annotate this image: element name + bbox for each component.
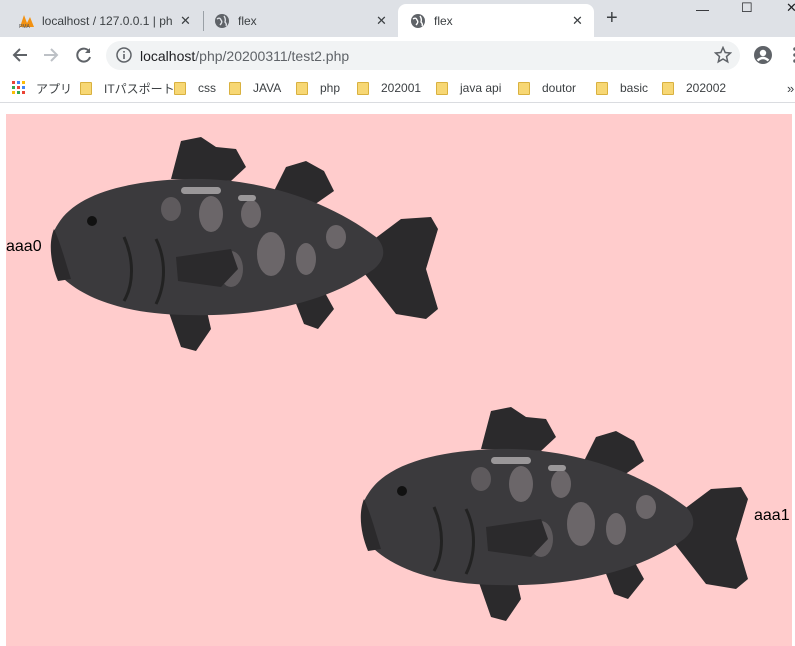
phpmyadmin-icon: PMA	[18, 13, 36, 32]
bookmark-folder[interactable]: css	[174, 80, 216, 96]
close-icon[interactable]: ✕	[376, 13, 387, 29]
folder-icon	[80, 81, 92, 95]
bookmark-apps[interactable]: アプリ	[12, 80, 72, 96]
close-icon[interactable]: ✕	[572, 13, 583, 29]
url-text[interactable]: localhost/php/20200311/test2.php	[140, 48, 349, 64]
bookmarks-overflow-button[interactable]: »	[787, 80, 794, 96]
globe-icon	[410, 13, 426, 32]
folder-icon	[296, 81, 308, 95]
bookmark-label: basic	[620, 81, 649, 95]
reload-icon	[76, 47, 91, 63]
page-content: aaa0 aaa1	[0, 104, 795, 646]
globe-icon	[214, 13, 230, 32]
bookmark-label: ITパスポート	[104, 81, 175, 96]
maximize-button[interactable]: ☐	[741, 0, 753, 16]
back-arrow-icon	[12, 48, 27, 62]
bookmark-folder[interactable]: java api	[436, 80, 501, 96]
folder-icon	[357, 81, 369, 95]
bookmark-label: doutor	[542, 81, 577, 95]
window-close-button[interactable]: ✕	[786, 0, 795, 16]
bookmarks-bar: アプリ ITパスポート css JAVA php 202001 java api…	[0, 73, 795, 103]
url-host: localhost	[140, 48, 196, 64]
flex-container: aaa0 aaa1	[6, 114, 792, 646]
new-tab-button[interactable]: +	[606, 8, 618, 28]
forward-arrow-icon	[44, 48, 59, 62]
bookmark-label: アプリ	[36, 81, 73, 96]
svg-text:PMA: PMA	[19, 24, 31, 29]
folder-icon	[436, 81, 448, 95]
url-path: /php/20200311/test2.php	[195, 48, 350, 64]
bookmark-label: java api	[460, 81, 502, 95]
bookmark-folder[interactable]: doutor	[518, 80, 576, 96]
bookmark-folder[interactable]: php	[296, 80, 340, 96]
bookmark-folder[interactable]: basic	[596, 80, 648, 96]
folder-icon	[662, 81, 674, 95]
tab-strip: PMA localhost / 127.0.0.1 | php ✕ flex ✕…	[0, 0, 795, 37]
forward-button[interactable]	[39, 43, 63, 67]
folder-icon	[229, 81, 241, 95]
fish-image	[359, 405, 750, 623]
bookmark-star-icon[interactable]	[713, 45, 733, 69]
tab-title: localhost / 127.0.0.1 | php	[42, 13, 172, 28]
bookmark-label: php	[320, 81, 341, 95]
bookmark-folder[interactable]: ITパスポート	[80, 80, 175, 96]
minimize-button[interactable]: —	[696, 2, 709, 17]
reload-button[interactable]	[72, 43, 96, 67]
close-icon[interactable]: ✕	[180, 13, 191, 29]
bookmark-label: JAVA	[253, 81, 282, 95]
item-label-aaa1: aaa1	[754, 507, 790, 524]
browser-toolbar: localhost/php/20200311/test2.php	[0, 37, 795, 73]
menu-button[interactable]	[783, 43, 795, 67]
folder-icon	[518, 81, 530, 95]
account-icon	[754, 46, 772, 64]
tab-title: flex	[238, 13, 257, 28]
bookmark-label: css	[198, 81, 216, 95]
back-button[interactable]	[8, 43, 32, 67]
bookmark-folder[interactable]: 202001	[357, 80, 421, 96]
tab-flex-active[interactable]: flex ✕	[398, 4, 594, 37]
folder-icon	[174, 81, 186, 95]
bookmark-folder[interactable]: JAVA	[229, 80, 281, 96]
folder-icon	[596, 81, 608, 95]
tab-flex-1[interactable]: flex ✕	[206, 4, 396, 37]
tab-phpmyadmin[interactable]: PMA localhost / 127.0.0.1 | php ✕	[8, 4, 204, 37]
fish-image	[49, 135, 440, 353]
bookmark-folder[interactable]: 202002	[662, 80, 726, 96]
apps-grid-icon	[12, 81, 25, 94]
info-icon[interactable]	[116, 47, 132, 68]
tab-separator	[203, 11, 204, 31]
profile-button[interactable]	[751, 43, 775, 67]
bookmark-label: 202001	[381, 81, 422, 95]
tab-title: flex	[434, 13, 453, 28]
address-bar[interactable]: localhost/php/20200311/test2.php	[106, 41, 740, 70]
bookmark-label: 202002	[686, 81, 727, 95]
